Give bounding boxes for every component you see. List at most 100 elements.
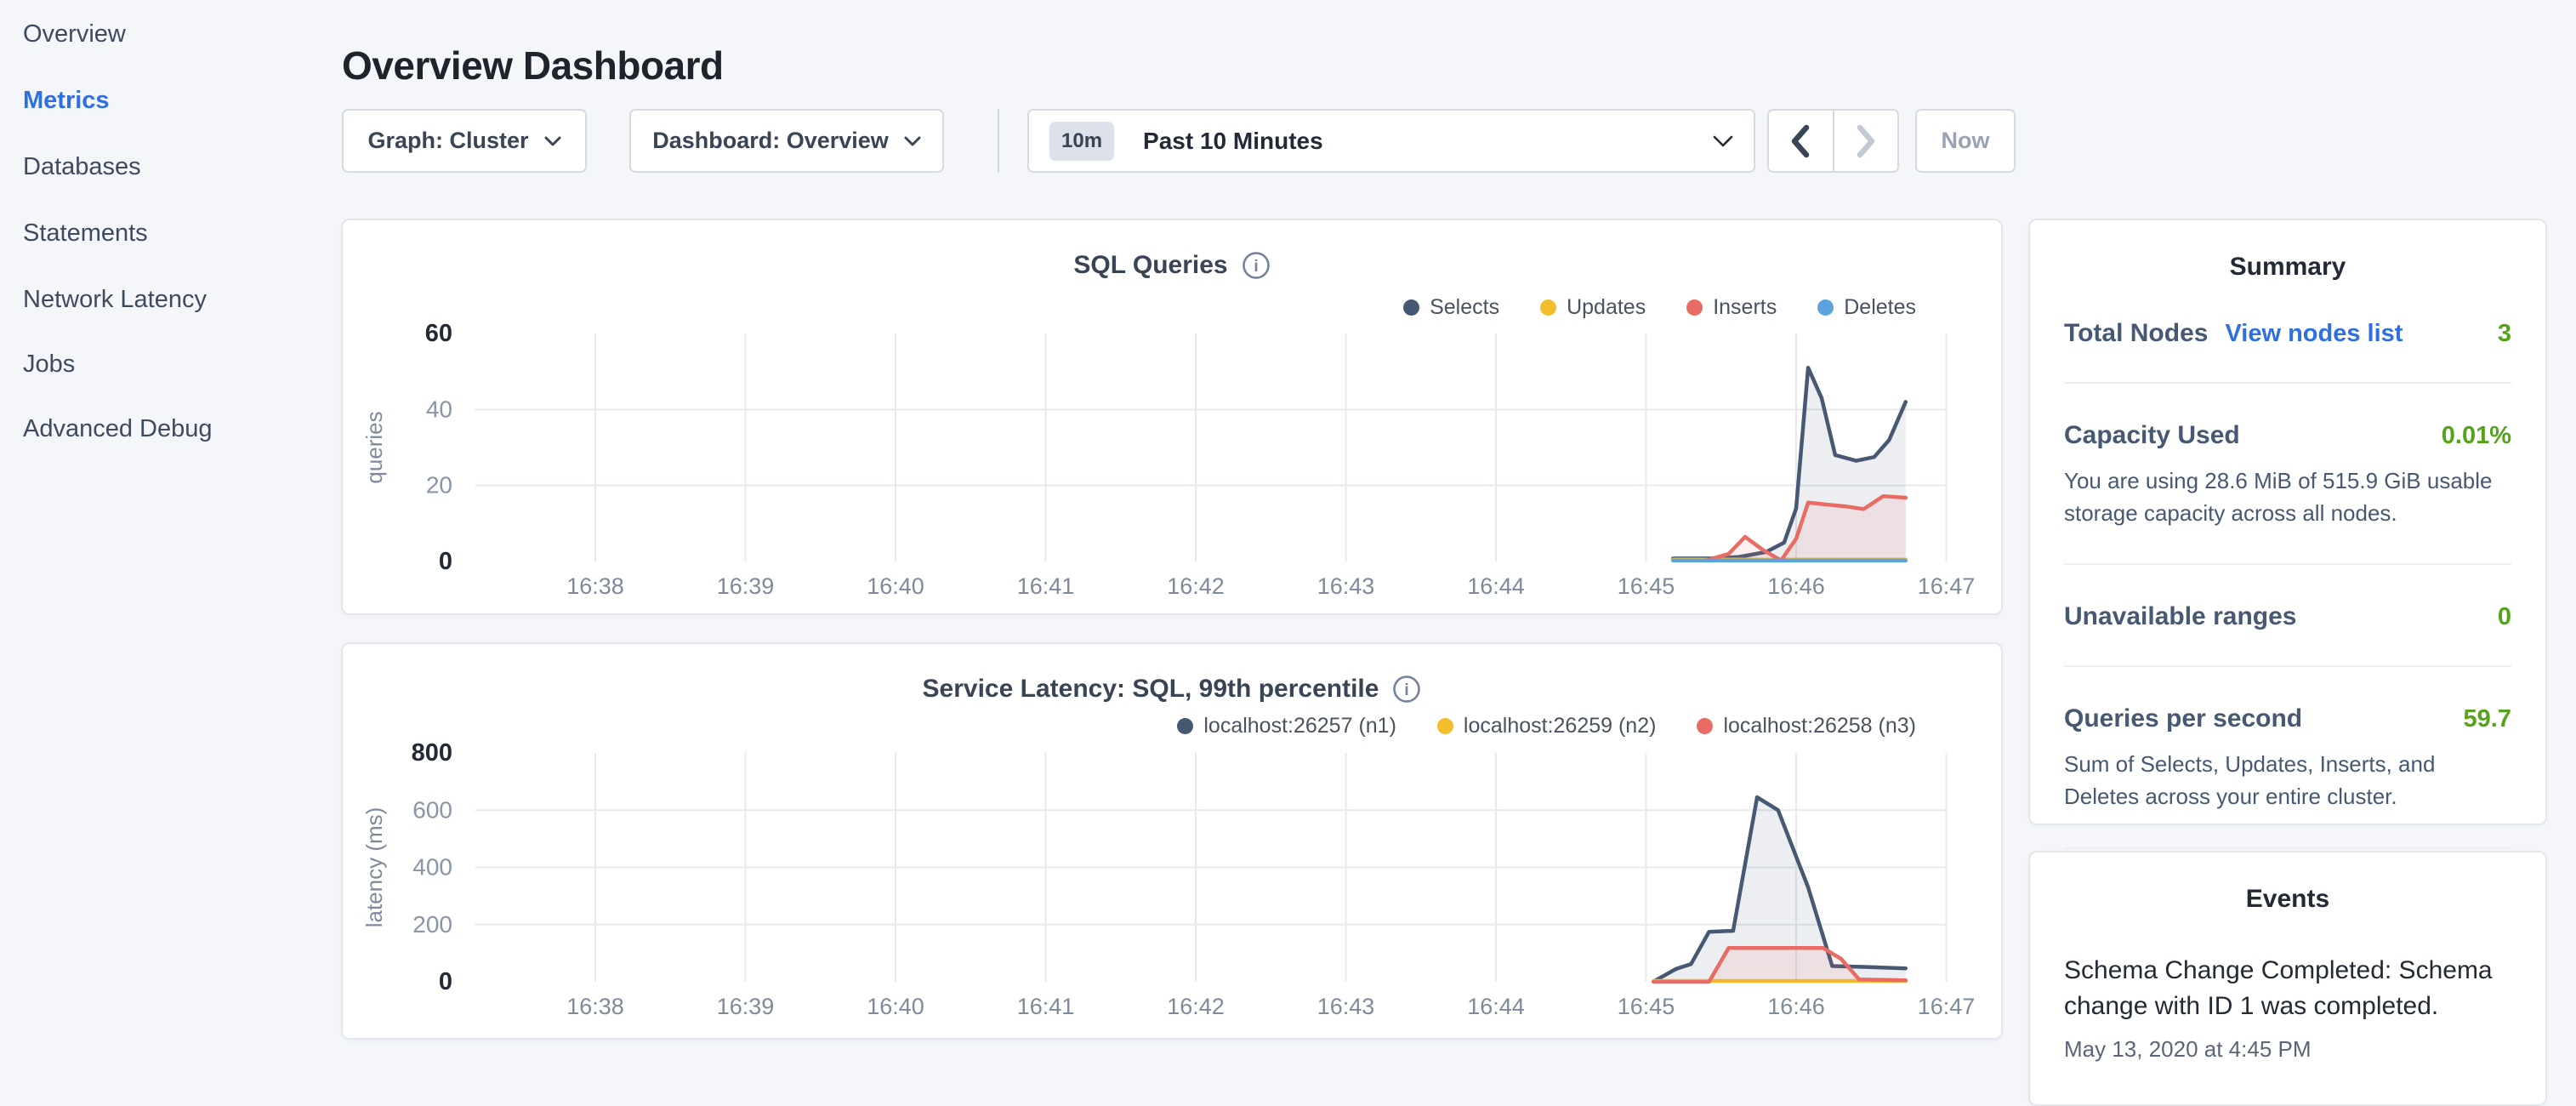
controls-divider <box>998 109 999 173</box>
svg-text:16:45: 16:45 <box>1618 994 1675 1019</box>
chart-legend: localhost:26257 (n1) localhost:26259 (n2)… <box>1177 714 1916 738</box>
sidebar-item-metrics[interactable]: Metrics <box>23 87 110 115</box>
view-nodes-list-link[interactable]: View nodes list <box>2225 320 2403 348</box>
legend-dot-icon <box>1403 299 1419 316</box>
svg-text:40: 40 <box>426 396 452 422</box>
svg-text:16:41: 16:41 <box>1017 994 1075 1019</box>
service-latency-chart-card: 16:3816:3916:4016:4116:4216:4316:4416:45… <box>341 642 2003 1040</box>
dashboard-dropdown[interactable]: Dashboard: Overview <box>629 109 944 173</box>
summary-row: Queries per second 59.7 <box>2064 704 2511 733</box>
summary-divider <box>2064 382 2511 384</box>
legend-label: localhost:26259 (n2) <box>1464 714 1657 738</box>
now-button-label: Now <box>1942 128 1990 154</box>
legend-label: Inserts <box>1713 295 1777 320</box>
summary-row-label: Unavailable ranges <box>2064 602 2296 631</box>
summary-row: Capacity Used 0.01% <box>2064 421 2511 450</box>
svg-text:400: 400 <box>412 854 452 881</box>
svg-text:16:45: 16:45 <box>1618 573 1675 599</box>
sql-queries-chart-card: 16:3816:3916:4016:4116:4216:4316:4416:45… <box>341 219 2003 615</box>
graph-scope-dropdown[interactable]: Graph: Cluster <box>342 109 587 173</box>
sidebar-item-network-latency[interactable]: Network Latency <box>23 286 207 314</box>
page-title: Overview Dashboard <box>342 43 724 88</box>
svg-text:16:42: 16:42 <box>1167 573 1225 599</box>
legend-label: localhost:26257 (n1) <box>1203 714 1396 738</box>
summary-divider <box>2064 665 2511 667</box>
svg-text:16:46: 16:46 <box>1767 573 1825 599</box>
legend-dot-icon <box>1817 299 1834 316</box>
chart-title-row: Service Latency: SQL, 99th percentile i <box>343 675 2001 704</box>
time-prev-button[interactable] <box>1769 111 1833 171</box>
legend-item-localhost-26259-n2-[interactable]: localhost:26259 (n2) <box>1437 714 1657 738</box>
svg-text:16:39: 16:39 <box>717 573 775 599</box>
graph-scope-label: Graph: Cluster <box>367 128 528 154</box>
sidebar-item-jobs[interactable]: Jobs <box>23 351 75 379</box>
events-panel: Events Schema Change Completed: Schema c… <box>2028 851 2547 1106</box>
summary-row-value: 3 <box>2498 320 2511 348</box>
dashboard-label: Dashboard: Overview <box>652 128 889 154</box>
legend-item-inserts[interactable]: Inserts <box>1686 295 1777 320</box>
svg-text:i: i <box>1405 681 1409 699</box>
svg-text:16:41: 16:41 <box>1017 573 1075 599</box>
summary-row: Total NodesView nodes list3 <box>2064 319 2511 348</box>
chevron-down-icon <box>544 136 561 146</box>
svg-text:i: i <box>1254 258 1258 276</box>
sidebar: Overview Metrics Databases Statements Networ… <box>0 0 340 1052</box>
legend-dot-icon <box>1686 299 1703 316</box>
sidebar-item-overview[interactable]: Overview <box>23 20 126 48</box>
time-range-label: Past 10 Minutes <box>1143 128 1713 155</box>
legend-item-updates[interactable]: Updates <box>1540 295 1646 320</box>
legend-label: Selects <box>1430 295 1499 320</box>
time-range-dropdown[interactable]: 10m Past 10 Minutes <box>1027 109 1755 173</box>
summary-row-value: 0 <box>2498 603 2511 631</box>
sidebar-item-statements[interactable]: Statements <box>23 219 148 248</box>
svg-text:16:38: 16:38 <box>566 573 624 599</box>
chevron-down-icon <box>1713 135 1733 147</box>
legend-dot-icon <box>1697 718 1713 734</box>
summary-row-value: 0.01% <box>2442 422 2511 450</box>
svg-text:200: 200 <box>412 911 452 938</box>
svg-text:queries: queries <box>361 411 387 483</box>
legend-dot-icon <box>1177 718 1193 734</box>
summary-panel: Summary Total NodesView nodes list3Capac… <box>2028 219 2547 825</box>
svg-text:16:47: 16:47 <box>1918 994 1976 1019</box>
svg-text:16:38: 16:38 <box>566 994 624 1019</box>
time-range-badge: 10m <box>1049 122 1114 161</box>
svg-text:16:47: 16:47 <box>1918 573 1976 599</box>
svg-text:16:44: 16:44 <box>1467 573 1525 599</box>
now-button[interactable]: Now <box>1915 109 2016 173</box>
legend-item-localhost-26257-n1-[interactable]: localhost:26257 (n1) <box>1177 714 1396 738</box>
chart-title-row: SQL Queries i <box>343 251 2001 280</box>
sidebar-item-advanced-debug[interactable]: Advanced Debug <box>23 415 213 443</box>
svg-text:16:44: 16:44 <box>1467 994 1525 1019</box>
summary-row-description: You are using 28.6 MiB of 515.9 GiB usab… <box>2064 465 2511 529</box>
info-icon[interactable]: i <box>1242 251 1271 280</box>
svg-text:20: 20 <box>426 472 452 499</box>
summary-row-value: 59.7 <box>2464 705 2511 733</box>
summary-row-label: Queries per second <box>2064 704 2302 733</box>
svg-text:0: 0 <box>439 548 452 575</box>
main-content: Overview Dashboard Graph: Cluster Dashbo… <box>340 0 2576 1052</box>
legend-item-localhost-26258-n3-[interactable]: localhost:26258 (n3) <box>1697 714 1916 738</box>
legend-label: localhost:26258 (n3) <box>1723 714 1916 738</box>
summary-row-label: Capacity Used <box>2064 421 2240 450</box>
chevron-down-icon <box>904 136 921 146</box>
legend-dot-icon <box>1437 718 1453 734</box>
svg-text:0: 0 <box>439 968 452 995</box>
chevron-left-icon <box>1789 124 1811 158</box>
info-icon[interactable]: i <box>1392 675 1421 704</box>
svg-text:latency (ms): latency (ms) <box>361 807 387 928</box>
summary-divider <box>2064 563 2511 565</box>
chart-title: Service Latency: SQL, 99th percentile <box>923 675 1379 704</box>
svg-text:16:39: 16:39 <box>717 994 775 1019</box>
legend-item-selects[interactable]: Selects <box>1403 295 1499 320</box>
svg-text:16:42: 16:42 <box>1167 994 1225 1019</box>
chart-title: SQL Queries <box>1073 251 1227 280</box>
sidebar-item-databases[interactable]: Databases <box>23 153 141 181</box>
events-title: Events <box>2030 852 2545 914</box>
svg-text:16:46: 16:46 <box>1767 994 1825 1019</box>
legend-label: Deletes <box>1844 295 1916 320</box>
time-step-buttons <box>1767 109 1899 173</box>
legend-item-deletes[interactable]: Deletes <box>1817 295 1916 320</box>
chart-legend: Selects Updates Inserts Deletes <box>1403 295 1916 320</box>
time-next-button[interactable] <box>1833 111 1898 171</box>
